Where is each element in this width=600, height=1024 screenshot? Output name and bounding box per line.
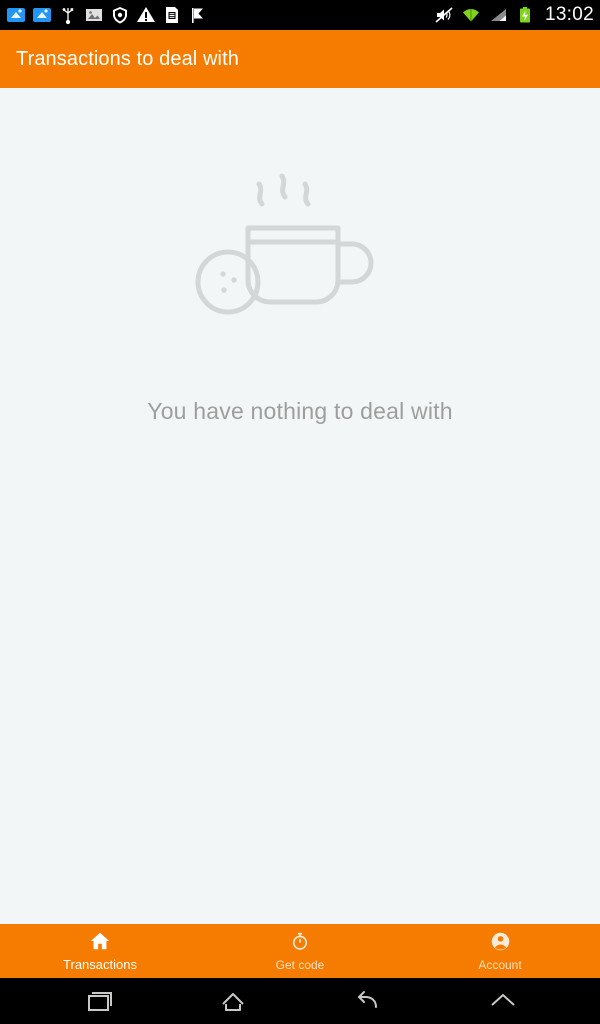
app-bar: Transactions to deal with	[0, 30, 600, 88]
flag-icon	[188, 5, 208, 25]
usb-debugging-icon	[58, 5, 78, 25]
nav-item-get-code[interactable]: Get code	[200, 924, 400, 978]
wifi-icon	[461, 5, 481, 25]
cellular-signal-icon	[488, 5, 508, 25]
system-navigation-bar	[0, 978, 600, 1024]
screenshot-image-icon	[84, 5, 104, 25]
empty-state-message: You have nothing to deal with	[147, 398, 453, 424]
status-bar: 13:02	[0, 0, 600, 30]
battery-icon	[515, 5, 535, 25]
status-bar-system-icons: 13:02	[434, 4, 594, 26]
nav-label-account: Account	[478, 957, 522, 972]
home-button[interactable]	[203, 978, 263, 1024]
nav-label-get-code: Get code	[275, 957, 325, 972]
nav-item-account[interactable]: Account	[400, 924, 600, 978]
stopwatch-icon	[290, 931, 310, 953]
download-manager-icon-2	[32, 5, 52, 25]
sim-card-icon	[162, 5, 182, 25]
back-button[interactable]	[338, 978, 398, 1024]
coffee-cup-and-cookie-icon	[190, 166, 410, 336]
main-content: You have nothing to deal with	[0, 88, 600, 924]
home-icon	[89, 930, 111, 952]
status-bar-clock: 13:02	[544, 4, 594, 25]
warning-icon	[136, 5, 156, 25]
mute-volume-icon	[434, 5, 454, 25]
recent-apps-button[interactable]	[68, 978, 128, 1024]
phone-screen: 13:02 Transactions to deal with You have…	[0, 0, 600, 1024]
page-title: Transactions to deal with	[16, 47, 239, 70]
person-icon	[490, 931, 511, 953]
nav-item-transactions[interactable]: Transactions	[0, 924, 200, 978]
shield-icon	[110, 5, 130, 25]
expand-button[interactable]	[473, 978, 533, 1024]
bottom-navigation-bar: Transactions Get code Account	[0, 924, 600, 978]
nav-label-transactions: Transactions	[63, 957, 137, 972]
download-manager-icon	[6, 5, 26, 25]
status-bar-notification-icons	[6, 5, 434, 25]
